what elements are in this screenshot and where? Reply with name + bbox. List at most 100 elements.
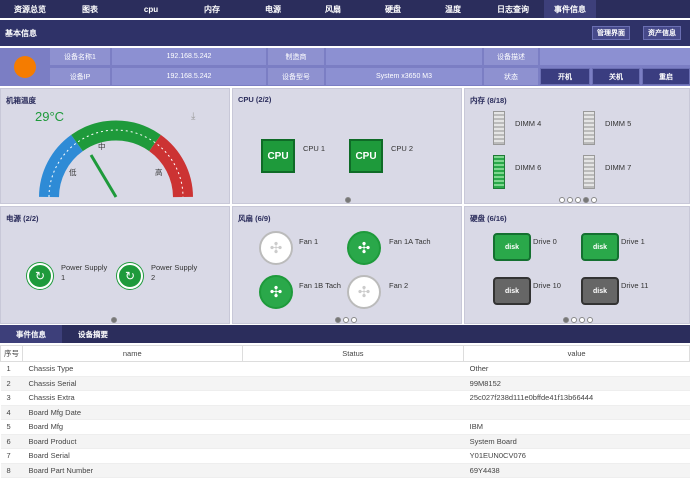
drive-11-label: Drive 11 — [621, 281, 649, 290]
row-status — [242, 361, 464, 377]
row-value: Y01EUN0CV076 — [463, 448, 690, 464]
power-on-button[interactable]: 开机 — [540, 68, 590, 85]
cpu-pager[interactable] — [345, 197, 351, 203]
disks-pager[interactable] — [563, 317, 593, 323]
row-name: Chassis Extra — [22, 390, 243, 406]
table-row[interactable]: 1 Chassis Type Other — [0, 361, 690, 377]
gauge-high-text: 高 — [155, 168, 163, 177]
pager-dot[interactable] — [563, 317, 569, 323]
tab-overview[interactable]: 资源总览 — [0, 0, 60, 18]
table-row[interactable]: 5 Board Mfg IBM — [0, 419, 690, 435]
manage-ui-button[interactable]: 管理界面 — [592, 26, 630, 40]
dimm-6-label: DIMM 6 — [515, 163, 542, 172]
desc-label: 设备描述 — [484, 48, 538, 65]
fan-icon[interactable]: ✣ — [259, 231, 293, 265]
fan-icon[interactable]: ✣ — [347, 231, 381, 265]
fans-pager[interactable] — [335, 317, 357, 323]
fan-icon[interactable]: ✣ — [347, 275, 381, 309]
drive-icon[interactable]: disk — [493, 233, 531, 261]
pager-dot[interactable] — [343, 317, 349, 323]
row-name: Board Product — [22, 434, 243, 449]
tab-event-info[interactable]: 事件信息 — [0, 325, 62, 343]
power-supply-icon[interactable]: ↻ — [117, 263, 143, 289]
power-supply-icon[interactable]: ↻ — [27, 263, 53, 289]
tab-temperature[interactable]: 温度 — [424, 0, 482, 18]
fans-title: 风扇 (6/9) — [238, 214, 271, 223]
pager-dot[interactable] — [351, 317, 357, 323]
drive-icon[interactable]: disk — [581, 233, 619, 261]
cpu-chip-icon[interactable]: CPU — [261, 139, 295, 173]
pager-dot[interactable] — [579, 317, 585, 323]
column-header-name[interactable]: name — [21, 345, 243, 362]
drive-1-label: Drive 1 — [621, 237, 645, 246]
disks-title: 硬盘 (6/16) — [470, 214, 507, 223]
dimm-icon[interactable] — [493, 111, 505, 145]
dimm-4-label: DIMM 4 — [515, 119, 542, 128]
fan-2-label: Fan 2 — [389, 281, 409, 290]
fan-icon[interactable]: ✣ — [259, 275, 293, 309]
temperature-gauge — [39, 120, 193, 198]
table-row[interactable]: 8 Board Part Number 69Y4438 — [0, 463, 690, 478]
dimm-icon[interactable] — [583, 111, 595, 145]
dimm-icon[interactable] — [583, 155, 595, 189]
column-header-status[interactable]: Status — [241, 345, 465, 362]
tab-events[interactable]: 事件信息 — [544, 0, 596, 18]
memory-pager[interactable] — [559, 197, 597, 203]
row-index: 7 — [0, 448, 23, 464]
tab-power[interactable]: 电源 — [242, 0, 304, 18]
pager-dot[interactable] — [575, 197, 581, 203]
table-row[interactable]: 6 Board Product System Board — [0, 434, 690, 449]
pager-dot[interactable] — [583, 197, 589, 203]
cpu-chip-icon[interactable]: CPU — [349, 139, 383, 173]
column-header-value[interactable]: value — [463, 345, 690, 362]
tab-device-summary[interactable]: 设备摘要 — [62, 325, 124, 343]
row-index: 1 — [0, 361, 23, 377]
model-value: System x3650 M3 — [326, 68, 482, 85]
asset-info-button[interactable]: 资产信息 — [643, 26, 681, 40]
row-status — [242, 419, 464, 435]
row-status — [242, 376, 464, 391]
status-label: 状态 — [484, 68, 538, 85]
tab-fans[interactable]: 风扇 — [304, 0, 362, 18]
tab-charts[interactable]: 图表 — [60, 0, 120, 18]
device-name-label: 设备名称1 — [50, 48, 110, 65]
row-value: System Board — [463, 434, 690, 449]
row-value: 99M8152 — [463, 376, 690, 391]
pager-dot[interactable] — [587, 317, 593, 323]
row-name: Chassis Type — [22, 361, 243, 377]
table-row[interactable]: 4 Board Mfg Date — [0, 405, 690, 420]
temperature-title: 机箱温度 — [6, 96, 36, 105]
pager-dot[interactable] — [111, 317, 117, 323]
pager-dot[interactable] — [567, 197, 573, 203]
table-row[interactable]: 3 Chassis Extra 25c027f238d111e0bffde41f… — [0, 390, 690, 406]
table-row[interactable]: 2 Chassis Serial 99M8152 — [0, 376, 690, 391]
drive-icon[interactable]: disk — [581, 277, 619, 305]
table-row[interactable]: 7 Board Serial Y01EUN0CV076 — [0, 448, 690, 464]
power-off-button[interactable]: 关机 — [592, 68, 640, 85]
row-index: 5 — [0, 419, 23, 435]
tab-log-query[interactable]: 日志查询 — [482, 0, 544, 18]
tab-cpu[interactable]: cpu — [120, 0, 182, 18]
pager-dot[interactable] — [571, 317, 577, 323]
row-value: 25c027f238d111e0bffde41f13b66444 — [463, 390, 690, 406]
temperature-panel: 机箱温度 ⤓ 29°C 低 低 中 高 — [0, 88, 230, 265]
pager-dot[interactable] — [335, 317, 341, 323]
cpu-title: CPU (2/2) — [238, 95, 272, 104]
restart-button[interactable]: 重启 — [642, 68, 690, 85]
basic-info-title: 基本信息 — [5, 28, 37, 38]
dimm-icon[interactable] — [493, 155, 505, 189]
power-panel: 电源 (2/2) ↻ Power Supply 1 ↻ Power Supply… — [0, 206, 230, 324]
drive-icon[interactable]: disk — [493, 277, 531, 305]
pager-dot[interactable] — [559, 197, 565, 203]
row-value — [463, 405, 690, 420]
fan-1b-label: Fan 1B Tach — [299, 281, 341, 290]
pager-dot[interactable] — [345, 197, 351, 203]
status-indicator — [14, 56, 36, 78]
pager-dot[interactable] — [591, 197, 597, 203]
drive-0-label: Drive 0 — [533, 237, 557, 246]
table-header-row: 序号 name Status value — [0, 345, 690, 362]
power-pager[interactable] — [111, 317, 117, 323]
tab-disks[interactable]: 硬盘 — [362, 0, 424, 18]
column-header-index[interactable]: 序号 — [0, 345, 23, 362]
tab-memory[interactable]: 内存 — [182, 0, 242, 18]
